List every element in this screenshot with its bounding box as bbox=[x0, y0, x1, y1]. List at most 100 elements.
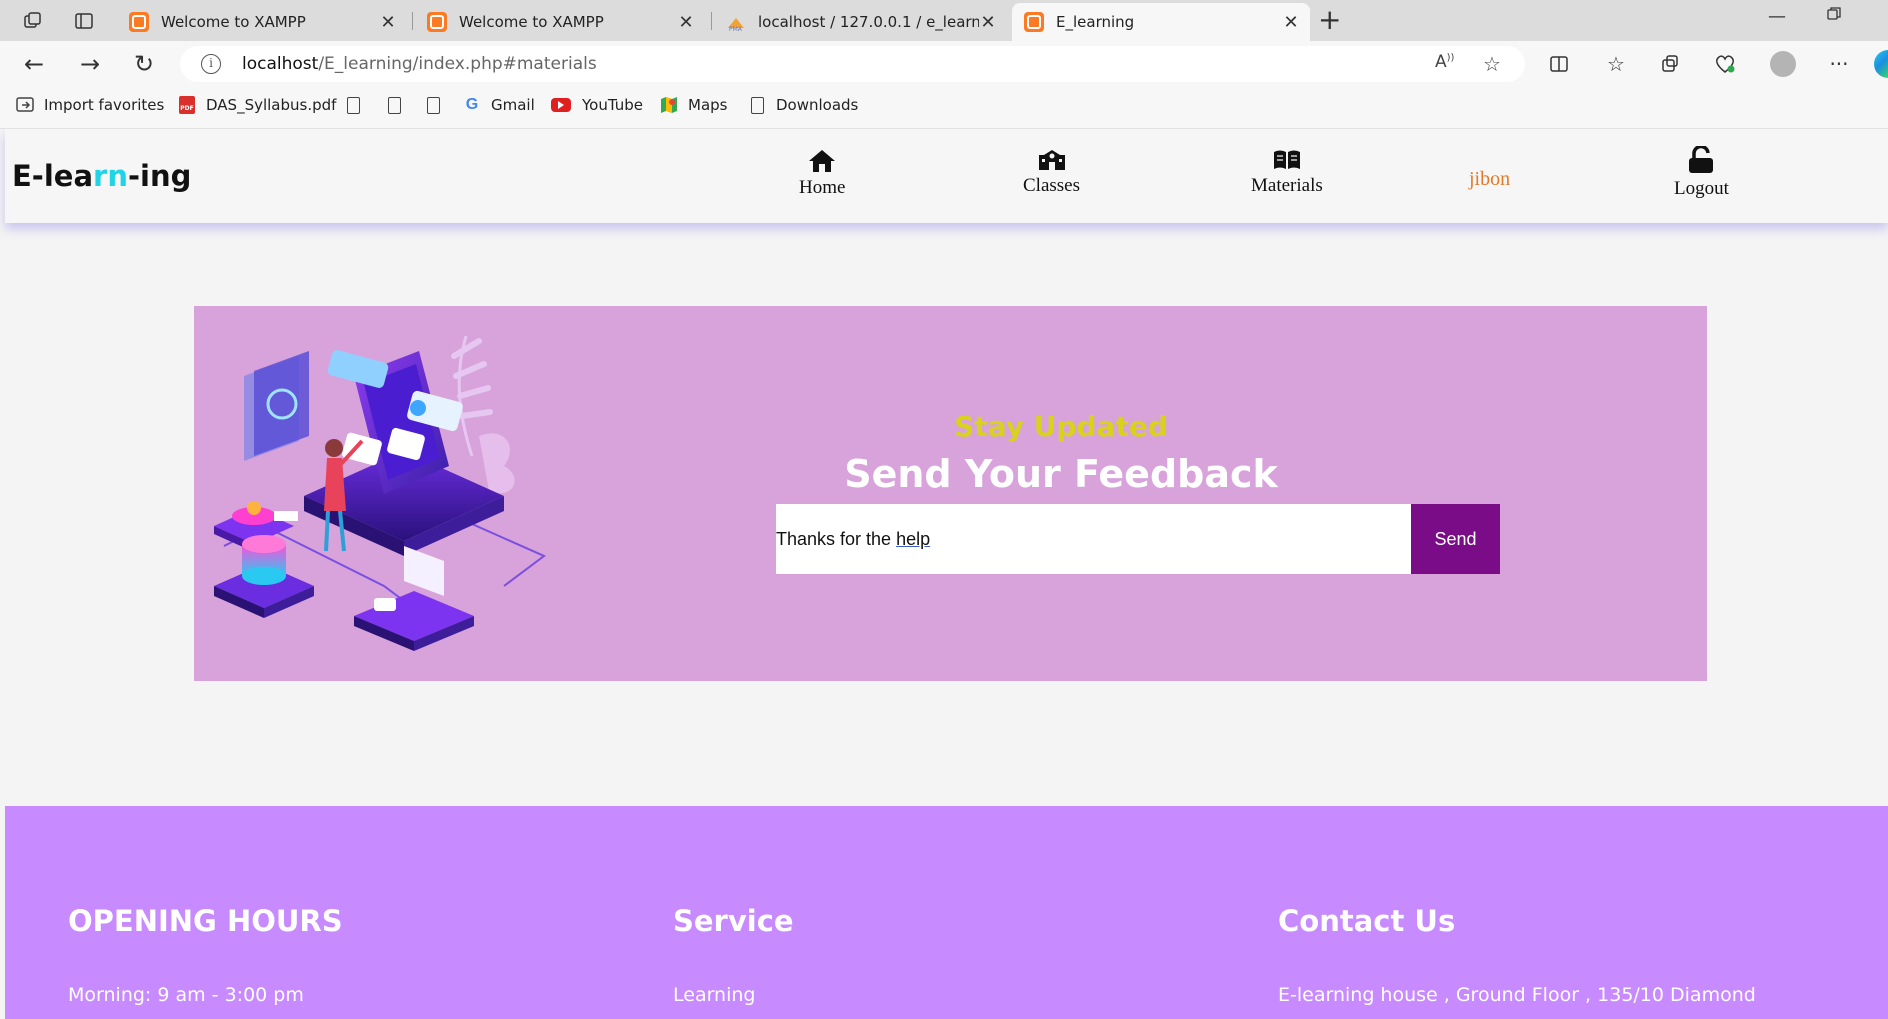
bookmark-page[interactable] bbox=[424, 96, 452, 114]
split-screen-icon[interactable] bbox=[1545, 50, 1573, 78]
read-aloud-icon[interactable]: A)) bbox=[1435, 52, 1454, 72]
document-icon bbox=[385, 96, 403, 114]
url-text[interactable]: localhost/E_learning/index.php#materials bbox=[242, 54, 597, 74]
footer-service-link[interactable]: Learning bbox=[673, 984, 756, 1006]
feedback-kicker: Stay Updated bbox=[954, 410, 1168, 443]
browser-tab-active[interactable]: E_learning ✕ bbox=[1012, 3, 1310, 41]
bookmark-page[interactable] bbox=[344, 96, 372, 114]
bookmark-downloads[interactable]: Downloads bbox=[748, 96, 858, 114]
profile-avatar[interactable] bbox=[1769, 50, 1797, 78]
tab-divider bbox=[711, 12, 712, 30]
home-icon bbox=[809, 150, 836, 172]
bookmark-label: Maps bbox=[688, 96, 728, 114]
footer-contact-address: E-learning house , Ground Floor , 135/10… bbox=[1278, 984, 1756, 1006]
nav-logout[interactable]: Logout bbox=[1674, 146, 1729, 200]
bookmark-label: YouTube bbox=[582, 96, 643, 114]
browser-tab[interactable]: PMA localhost / 127.0.0.1 / e_learning ✕ bbox=[714, 3, 1007, 41]
bookmark-label: DAS_Syllabus.pdf bbox=[206, 96, 337, 114]
document-icon bbox=[424, 96, 442, 114]
tab-divider bbox=[412, 12, 413, 30]
google-icon: G bbox=[465, 96, 479, 113]
browser-tab-bar: Welcome to XAMPP ✕ Welcome to XAMPP ✕ PM… bbox=[0, 0, 1888, 41]
pdf-icon: PDF bbox=[178, 96, 196, 114]
bookmark-import-favorites[interactable]: Import favorites bbox=[16, 96, 164, 114]
site-info-icon[interactable]: i bbox=[201, 54, 221, 74]
feedback-section: Stay Updated Send Your Feedback Thanks f… bbox=[194, 306, 1707, 681]
bookmark-maps[interactable]: Maps bbox=[660, 96, 727, 114]
footer-service-title: Service bbox=[673, 904, 794, 938]
favorite-star-icon[interactable]: ☆ bbox=[1483, 52, 1501, 76]
maps-icon bbox=[660, 96, 678, 114]
nav-logout-label: Logout bbox=[1674, 178, 1729, 199]
back-icon[interactable]: ← bbox=[20, 50, 48, 78]
school-icon bbox=[1038, 150, 1065, 170]
site-navbar: E-learn-ing Home Classes Materials jibon… bbox=[5, 129, 1888, 223]
bookmark-label: Gmail bbox=[491, 96, 535, 114]
web-page: E-learn-ing Home Classes Materials jibon… bbox=[0, 129, 1888, 1019]
minimize-icon[interactable]: — bbox=[1768, 6, 1786, 27]
nav-materials-label: Materials bbox=[1251, 175, 1323, 196]
reload-icon[interactable]: ↻ bbox=[130, 50, 158, 78]
send-button[interactable]: Send bbox=[1411, 504, 1500, 574]
nav-materials[interactable]: Materials bbox=[1251, 149, 1323, 197]
document-icon bbox=[344, 96, 362, 114]
url-path: /E_learning/index.php#materials bbox=[318, 54, 597, 74]
nav-classes-label: Classes bbox=[1023, 175, 1080, 196]
footer-contact: Contact Us E-learning house , Ground Flo… bbox=[1278, 904, 1756, 1006]
url-host: localhost bbox=[242, 54, 319, 74]
close-tab-icon[interactable]: ✕ bbox=[1282, 12, 1300, 33]
footer-contact-title: Contact Us bbox=[1278, 904, 1456, 938]
site-logo[interactable]: E-learn-ing bbox=[12, 159, 191, 193]
youtube-icon bbox=[550, 96, 572, 114]
bookmark-label: Downloads bbox=[776, 96, 859, 114]
collections-icon[interactable] bbox=[1656, 50, 1684, 78]
close-tab-icon[interactable]: ✕ bbox=[379, 12, 397, 33]
bookmark-das-syllabus[interactable]: PDF DAS_Syllabus.pdf bbox=[178, 96, 336, 114]
xampp-icon bbox=[427, 12, 447, 32]
close-tab-icon[interactable]: ✕ bbox=[979, 12, 997, 33]
feedback-input-text: Thanks for the bbox=[776, 528, 897, 549]
footer-opening-hours: OPENING HOURS Morning: 9 am - 3:00 pm bbox=[68, 904, 343, 1006]
feedback-input-spellcheck-word: help bbox=[896, 528, 931, 549]
footer-hours-title: OPENING HOURS bbox=[68, 904, 343, 938]
browser-tab[interactable]: Welcome to XAMPP ✕ bbox=[415, 3, 705, 41]
restore-icon[interactable] bbox=[1826, 6, 1842, 27]
tab-title: Welcome to XAMPP bbox=[161, 13, 306, 31]
footer-service: Service Learning bbox=[673, 904, 794, 1006]
tab-title: E_learning bbox=[1056, 13, 1135, 31]
nav-home-label: Home bbox=[799, 177, 846, 198]
browser-health-icon[interactable] bbox=[1711, 50, 1739, 78]
favorites-icon[interactable]: ☆ bbox=[1602, 50, 1630, 78]
bookmark-label: Import favorites bbox=[44, 96, 165, 114]
feedback-input[interactable]: Thanks for the help bbox=[776, 504, 1411, 574]
import-icon bbox=[16, 96, 34, 114]
brand-text-highlight: rn bbox=[93, 159, 128, 193]
workspaces-icon[interactable] bbox=[20, 8, 46, 34]
address-bar[interactable]: i localhost/E_learning/index.php#materia… bbox=[180, 46, 1525, 82]
bookmark-youtube[interactable]: YouTube bbox=[550, 96, 643, 114]
forward-icon[interactable]: → bbox=[76, 50, 104, 78]
new-tab-icon[interactable]: + bbox=[1318, 6, 1341, 34]
phpmyadmin-icon: PMA bbox=[726, 12, 746, 32]
nav-user-link[interactable]: jibon bbox=[1469, 168, 1510, 191]
document-icon bbox=[748, 96, 766, 114]
bookmarks-bar: Import favorites PDF DAS_Syllabus.pdf G Gm… bbox=[0, 86, 1888, 129]
tab-title: localhost / 127.0.0.1 / e_learning bbox=[758, 13, 979, 31]
site-footer: OPENING HOURS Morning: 9 am - 3:00 pm Se… bbox=[5, 806, 1888, 1019]
bookmark-page[interactable] bbox=[385, 96, 413, 114]
tab-actions-icon[interactable] bbox=[71, 8, 97, 34]
brand-text-end: -ing bbox=[127, 159, 192, 193]
e-learning-illustration bbox=[214, 335, 546, 651]
footer-hours-text: Morning: 9 am - 3:00 pm bbox=[68, 984, 304, 1006]
tab-title: Welcome to XAMPP bbox=[459, 13, 604, 31]
svg-text:PMA: PMA bbox=[729, 26, 743, 32]
nav-classes[interactable]: Classes bbox=[1023, 149, 1080, 197]
brand-text-start: E-lea bbox=[12, 159, 94, 193]
bookmark-gmail[interactable]: G Gmail bbox=[463, 96, 535, 114]
unlock-icon bbox=[1689, 146, 1714, 173]
nav-home[interactable]: Home bbox=[799, 149, 845, 199]
close-tab-icon[interactable]: ✕ bbox=[677, 12, 695, 33]
browser-tab[interactable]: Welcome to XAMPP ✕ bbox=[117, 3, 407, 41]
more-menu-icon[interactable]: ··· bbox=[1825, 50, 1853, 78]
book-open-icon bbox=[1273, 150, 1300, 169]
